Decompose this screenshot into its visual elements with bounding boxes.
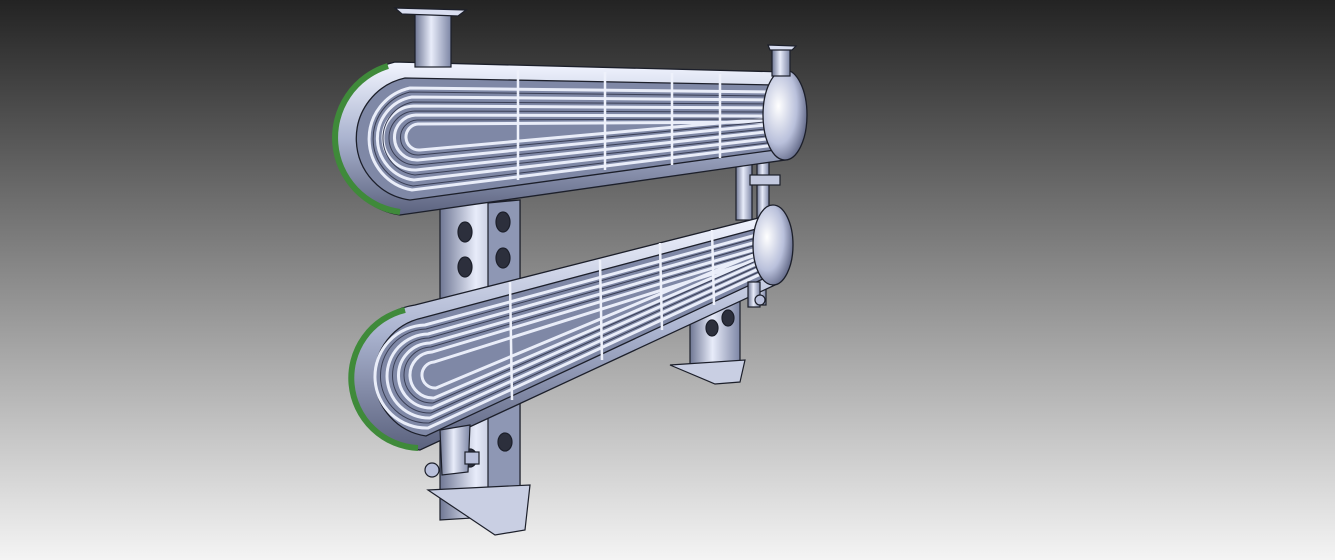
support-hole bbox=[721, 309, 735, 327]
3d-viewport[interactable] bbox=[0, 0, 1335, 560]
support-hole bbox=[495, 211, 511, 233]
channel-head bbox=[752, 204, 794, 286]
support-hole bbox=[497, 432, 513, 452]
channel-head bbox=[762, 69, 808, 161]
support-hole bbox=[495, 247, 511, 269]
model-scene[interactable] bbox=[0, 0, 1335, 560]
support-hole bbox=[705, 319, 719, 337]
support-hole bbox=[457, 256, 473, 278]
support-hole bbox=[457, 221, 473, 243]
